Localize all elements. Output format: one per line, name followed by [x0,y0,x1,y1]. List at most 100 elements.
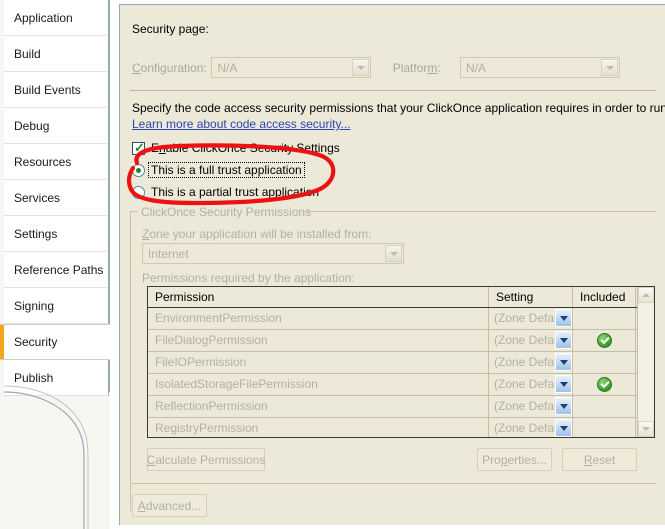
permission-name-cell[interactable]: EnvironmentPermission [148,308,489,329]
main-area: Security page: Configuration: N/A Platfo… [110,0,665,529]
zone-combo[interactable]: Internet [142,243,404,264]
configuration-value: N/A [217,61,238,75]
sidebar: Application Build Build Events Debug Resourc… [0,0,110,529]
chevron-down-icon[interactable] [555,353,572,371]
table-row[interactable]: IsolatedStorageFilePermission (Zone Defau… [148,374,654,396]
permission-included-cell[interactable] [573,396,636,417]
radio-full-trust-label: This is a full trust application [148,162,305,178]
permissions-required-label: Permissions required by the application: [142,271,355,285]
sidebar-item-application[interactable]: Application [4,0,109,36]
permission-name-cell[interactable]: IsolatedStorageFilePermission [148,374,489,395]
enable-clickonce-checkbox-row[interactable]: ✓ Enable ClickOnce Security Settings [132,141,340,155]
grid-scrollbar[interactable] [637,287,654,437]
table-row[interactable]: FileDialogPermission (Zone Default) [148,330,654,352]
sidebar-selected-accent [0,325,4,359]
divider-bottom [130,483,656,484]
scroll-up-icon[interactable] [638,287,654,303]
configuration-row: Configuration: N/A Platform: N/A [132,57,621,78]
security-page-panel: Security page: Configuration: N/A Platfo… [119,4,665,525]
learn-more-link[interactable]: Learn more about code access security... [132,117,351,131]
sidebar-item-services[interactable]: Services [4,180,109,216]
chevron-down-icon[interactable] [352,59,370,76]
grid-column-header[interactable]: Setting [489,287,573,307]
sidebar-item-label: Settings [14,226,58,241]
sidebar-item-label: Signing [14,298,55,313]
chevron-down-icon[interactable] [555,309,572,327]
permission-name-cell[interactable]: FileDialogPermission [148,330,489,351]
chevron-down-icon[interactable] [601,59,619,76]
radio-partial-trust-row[interactable]: This is a partial trust application [132,185,319,199]
permission-included-cell[interactable] [573,374,636,395]
divider-top [130,90,656,91]
chevron-down-icon[interactable] [555,375,572,393]
permission-setting-cell[interactable]: (Zone Default) [489,330,573,351]
sidebar-item-settings[interactable]: Settings [4,216,109,252]
sidebar-item-label: Build Events [14,82,81,97]
platform-label: Platform: [392,60,441,75]
table-row[interactable]: ReflectionPermission (Zone Default) [148,396,654,418]
chevron-down-icon[interactable] [385,245,402,262]
advanced-button[interactable]: Advanced... [132,494,207,517]
reset-label: Reset [583,452,616,467]
permission-setting-cell[interactable]: (Zone Default) [489,374,573,395]
configuration-combo[interactable]: N/A [211,57,372,78]
permission-included-cell[interactable] [573,352,636,373]
permission-name-cell[interactable]: ReflectionPermission [148,396,489,417]
sidebar-item-label: Build [14,46,41,61]
chevron-down-icon[interactable] [555,419,572,437]
radio-full-trust[interactable] [132,163,145,177]
grid-column-header[interactable]: Permission [148,287,489,307]
sidebar-item-signing[interactable]: Signing [4,288,109,324]
zone-label: Zone your application will be installed … [142,227,372,241]
radio-partial-trust[interactable] [132,185,145,199]
sidebar-item-security[interactable]: Security [0,324,110,360]
sidebar-item-build-events[interactable]: Build Events [4,72,109,108]
page-description: Specify the code access security permiss… [132,101,665,115]
checkmark-icon: ✓ [134,139,145,155]
properties-page-window: Application Build Build Events Debug Resourc… [0,0,665,529]
permissions-group-caption: ClickOnce Security Permissions [138,205,315,219]
chevron-down-icon[interactable] [555,397,572,415]
platform-combo[interactable]: N/A [460,57,621,78]
permissions-grid[interactable]: Permission Setting Included EnvironmentPer… [147,286,655,438]
table-row[interactable]: EnvironmentPermission (Zone Default) [148,308,654,330]
zone-value: Internet [148,247,189,261]
permission-name-cell[interactable]: FileIOPermission [148,352,489,373]
permission-name-cell[interactable]: RegistryPermission [148,418,489,437]
sidebar-item-debug[interactable]: Debug [4,108,109,144]
permission-setting-cell[interactable]: (Zone Default) [489,418,573,437]
radio-partial-trust-label: This is a partial trust application [151,185,320,199]
permission-setting-cell[interactable]: (Zone Default) [489,396,573,417]
green-check-icon [596,377,612,392]
chevron-down-icon[interactable] [555,331,572,349]
calculate-permissions-button[interactable]: Calculate Permissions [147,448,265,471]
enable-clickonce-checkbox-label: Enable ClickOnce Security Settings [151,141,340,155]
sidebar-item-reference-paths[interactable]: Reference Paths [4,252,109,288]
table-row[interactable]: FileIOPermission (Zone Default) [148,352,654,374]
permission-setting-cell[interactable]: (Zone Default) [489,308,573,329]
properties-button[interactable]: Properties... [477,448,552,471]
permission-included-cell[interactable] [573,418,636,437]
permission-included-cell[interactable] [573,308,636,329]
group-border-left [130,211,131,511]
enable-clickonce-checkbox[interactable]: ✓ [132,139,145,155]
permissions-grid-body: EnvironmentPermission (Zone Default) FileD… [148,308,654,437]
permissions-grid-header: Permission Setting Included [148,287,654,308]
sidebar-item-label: Resources [14,154,72,169]
sidebar-item-build[interactable]: Build [4,36,109,72]
page-title: Security page: [132,22,209,36]
reset-button[interactable]: Reset [562,448,637,471]
table-row[interactable]: RegistryPermission (Zone Default) [148,418,654,437]
group-border-top-right [305,211,656,212]
scroll-down-icon[interactable] [638,421,654,437]
sidebar-item-label: Security [14,335,58,349]
sidebar-item-label: Application [14,10,73,25]
platform-value: N/A [466,61,487,75]
sidebar-item-label: Debug [14,118,50,133]
permission-included-cell[interactable] [573,330,636,351]
radio-full-trust-row[interactable]: This is a full trust application [132,162,305,178]
grid-column-header[interactable]: Included [573,287,636,307]
properties-label: Properties... [482,452,547,467]
permission-setting-cell[interactable]: (Zone Default) [489,352,573,373]
sidebar-item-resources[interactable]: Resources [4,144,109,180]
